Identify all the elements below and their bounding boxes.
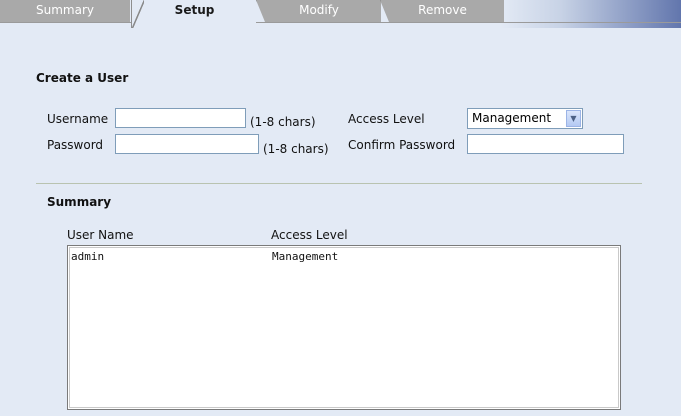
- chevron-down-icon[interactable]: ▼: [566, 110, 581, 127]
- password-input[interactable]: [115, 134, 259, 154]
- tab-underline: [0, 22, 131, 23]
- access-level-select[interactable]: Management ▼: [467, 108, 583, 129]
- username-input[interactable]: [115, 108, 246, 128]
- create-user-title: Create a User: [36, 71, 129, 85]
- access-level-value: Management: [472, 111, 552, 125]
- section-divider: [36, 183, 642, 184]
- user-listbox[interactable]: admin Management: [67, 245, 621, 410]
- summary-title: Summary: [47, 195, 112, 209]
- tab-underline: [256, 22, 681, 23]
- username-hint: (1-8 chars): [250, 115, 316, 129]
- tab-summary[interactable]: Summary: [0, 0, 130, 22]
- column-header-user-name: User Name: [67, 228, 134, 242]
- password-hint: (1-8 chars): [263, 142, 329, 156]
- access-level-label: Access Level: [348, 112, 425, 126]
- list-item-access-level[interactable]: Management: [272, 250, 338, 263]
- tab-modify[interactable]: Modify: [256, 0, 381, 22]
- confirm-password-label: Confirm Password: [348, 138, 456, 152]
- column-header-access-level: Access Level: [271, 228, 348, 242]
- password-label: Password: [47, 138, 104, 152]
- listbox-inner-border: [69, 247, 619, 408]
- tab-setup[interactable]: Setup: [131, 0, 257, 28]
- confirm-password-input[interactable]: [467, 134, 624, 154]
- list-item-user-name[interactable]: admin: [71, 250, 104, 263]
- tab-remove[interactable]: Remove: [380, 0, 504, 22]
- username-label: Username: [47, 112, 109, 126]
